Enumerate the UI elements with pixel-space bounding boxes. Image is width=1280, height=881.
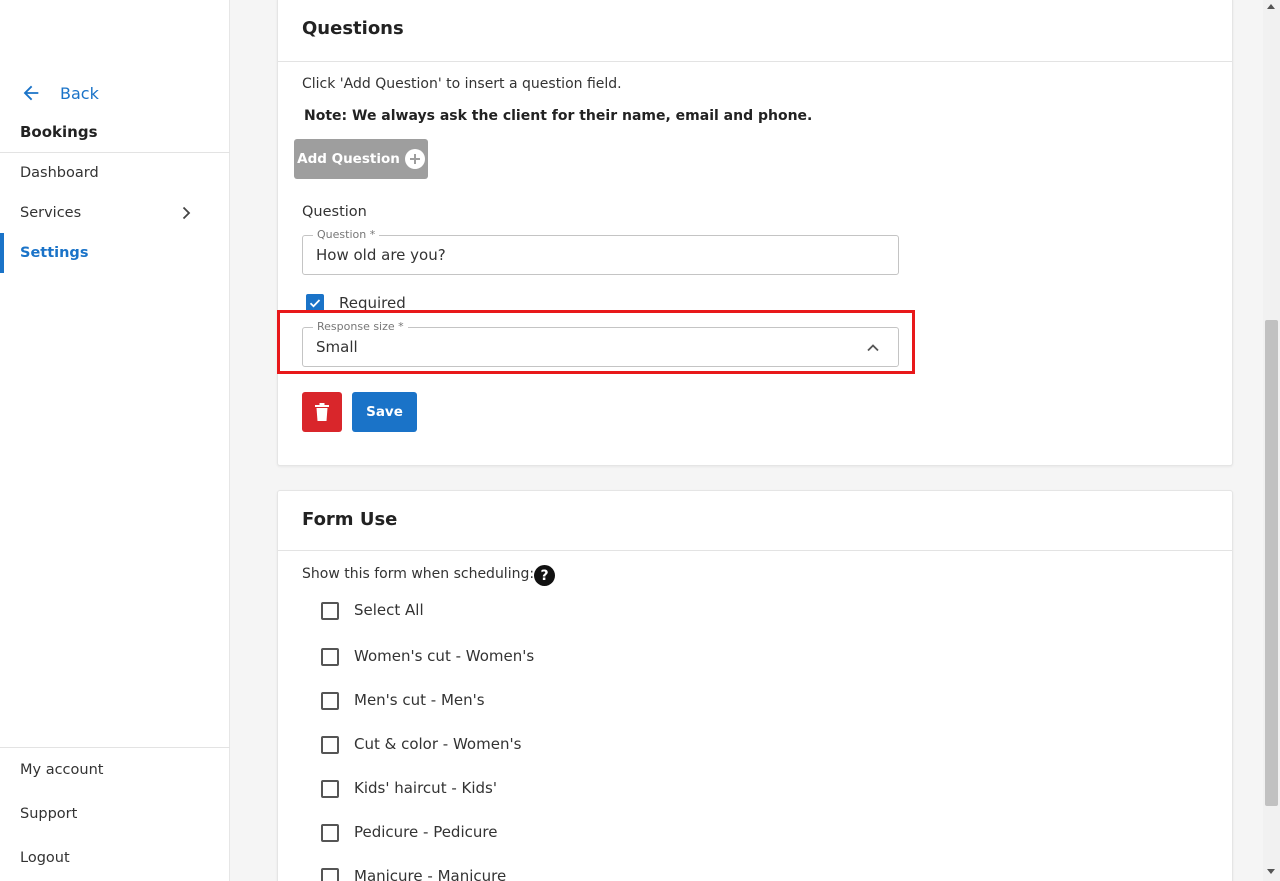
sidebar-item-my-account[interactable]: My account: [20, 762, 103, 778]
option-label: Select All: [354, 601, 424, 619]
highlight-box: [277, 310, 915, 374]
arrow-left-icon: [23, 85, 39, 101]
service-checkbox[interactable]: [321, 692, 339, 710]
sidebar-item-label: Services: [20, 205, 82, 221]
section-title: Bookings: [20, 123, 98, 141]
sidebar-item-label: Dashboard: [20, 165, 99, 181]
field-value: How old are you?: [316, 246, 446, 264]
sidebar-item-settings[interactable]: Settings: [0, 233, 230, 273]
add-question-label: Add Question: [297, 151, 400, 167]
scrollbar[interactable]: [1263, 0, 1280, 881]
plus-circle-icon: [404, 149, 425, 169]
service-checkbox[interactable]: [321, 868, 339, 881]
save-button[interactable]: Save: [352, 392, 417, 432]
help-icon[interactable]: ?: [534, 565, 555, 586]
sidebar: Back Bookings Dashboard Services Setting…: [0, 0, 230, 881]
divider: [278, 61, 1232, 62]
back-link[interactable]: Back: [20, 80, 99, 106]
option-label: Pedicure - Pedicure: [354, 823, 498, 841]
option-label: Kids' haircut - Kids': [354, 779, 497, 797]
service-checkbox[interactable]: [321, 648, 339, 666]
card-title: Questions: [302, 18, 404, 39]
trash-icon: [315, 403, 329, 421]
service-checkbox[interactable]: [321, 824, 339, 842]
question-heading: Question: [302, 204, 367, 220]
scroll-up-icon[interactable]: [1267, 4, 1275, 9]
question-input[interactable]: Question * How old are you?: [302, 228, 899, 275]
service-checkbox[interactable]: [321, 736, 339, 754]
divider: [278, 550, 1232, 551]
questions-card: Questions Click 'Add Question' to insert…: [277, 0, 1233, 466]
sidebar-item-logout[interactable]: Logout: [20, 850, 70, 866]
divider: [0, 747, 230, 748]
scroll-down-icon[interactable]: [1267, 869, 1275, 874]
option-label: Men's cut - Men's: [354, 691, 485, 709]
sidebar-item-support[interactable]: Support: [20, 806, 77, 822]
option-label: Manicure - Manicure: [354, 867, 507, 881]
sidebar-item-services[interactable]: Services: [0, 193, 230, 233]
note-text: Note: We always ask the client for their…: [304, 108, 813, 124]
form-use-card: Form Use Show this form when scheduling:…: [277, 490, 1233, 881]
delete-button[interactable]: [302, 392, 342, 432]
select-all-checkbox[interactable]: [321, 602, 339, 620]
chevron-right-icon: [182, 206, 191, 220]
card-title: Form Use: [302, 509, 398, 530]
scroll-thumb[interactable]: [1265, 320, 1278, 806]
add-question-button[interactable]: Add Question: [294, 139, 428, 179]
option-label: Cut & color - Women's: [354, 735, 522, 753]
instruction-text: Click 'Add Question' to insert a questio…: [302, 76, 622, 92]
back-label: Back: [60, 83, 99, 103]
sidebar-item-dashboard[interactable]: Dashboard: [0, 153, 230, 193]
check-icon: [309, 299, 321, 308]
sidebar-item-label: Settings: [20, 245, 89, 261]
form-use-prompt: Show this form when scheduling:: [302, 566, 535, 582]
option-label: Women's cut - Women's: [354, 647, 535, 665]
service-checkbox[interactable]: [321, 780, 339, 798]
field-label: Question *: [313, 228, 380, 241]
